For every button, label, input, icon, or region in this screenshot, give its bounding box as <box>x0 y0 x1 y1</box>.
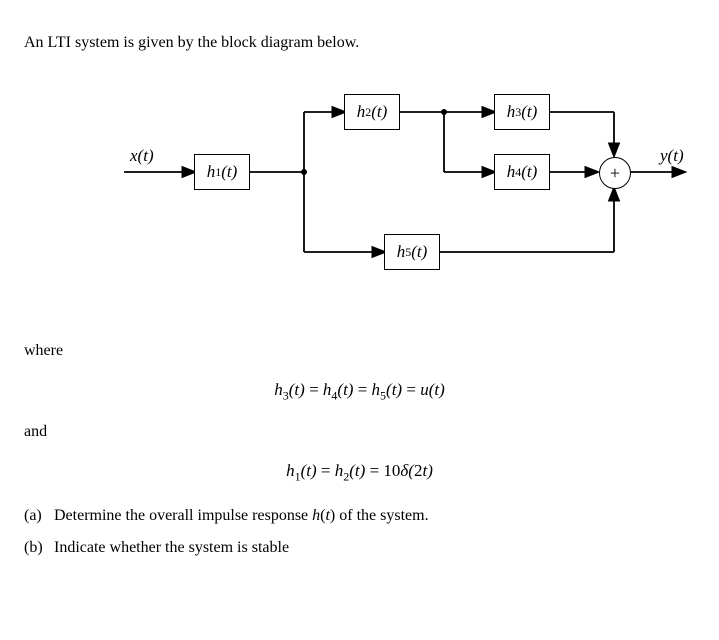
part-a-label: (a) <box>24 507 50 525</box>
block-h1: h1(t) <box>194 154 250 190</box>
block-h5: h5(t) <box>384 234 440 270</box>
part-b-label: (b) <box>24 539 50 557</box>
parts-list: (a) Determine the overall impulse respon… <box>24 507 695 557</box>
part-b: (b) Indicate whether the system is stabl… <box>24 539 695 557</box>
where-text: where <box>24 342 695 360</box>
intro-text: An LTI system is given by the block diag… <box>24 34 695 52</box>
part-b-text: Indicate whether the system is stable <box>54 539 289 556</box>
block-h4: h4(t) <box>494 154 550 190</box>
and-text: and <box>24 423 695 441</box>
diagram-wires <box>104 72 704 312</box>
summing-junction: + <box>599 157 631 189</box>
equation-1: h3(t) = h4(t) = h5(t) = u(t) <box>24 380 695 403</box>
block-h3: h3(t) <box>494 94 550 130</box>
part-a: (a) Determine the overall impulse respon… <box>24 507 695 525</box>
sum-symbol: + <box>610 163 620 184</box>
equation-2: h1(t) = h2(t) = 10δ(2t) <box>24 461 695 484</box>
output-label: y(t) <box>660 146 684 166</box>
block-h2: h2(t) <box>344 94 400 130</box>
block-diagram: x(t) y(t) h1(t) h2(t) h3(t) h4(t) h5(t) … <box>104 72 704 312</box>
input-label: x(t) <box>130 146 154 166</box>
